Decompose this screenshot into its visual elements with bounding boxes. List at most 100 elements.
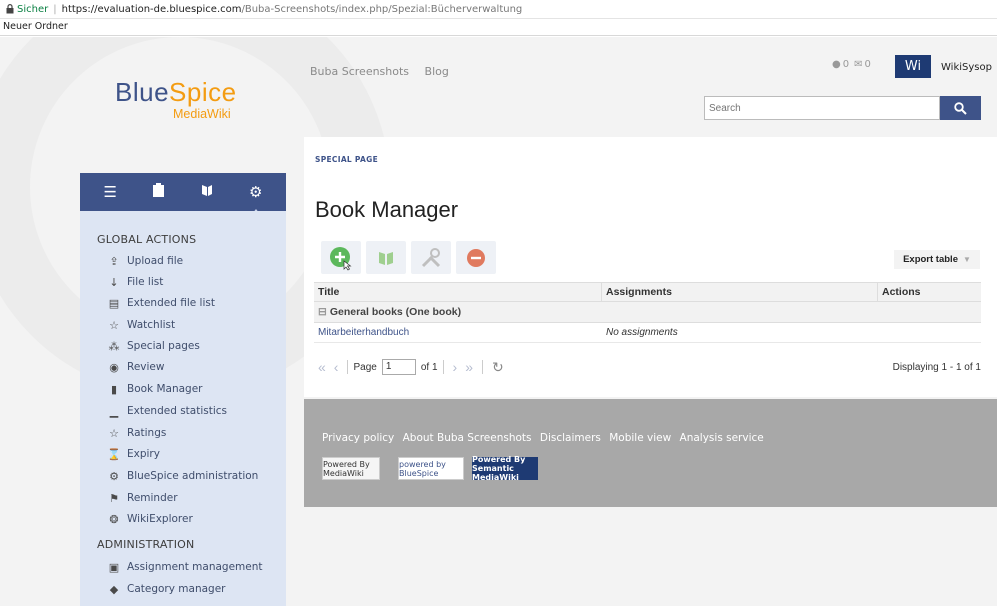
next-page-icon[interactable]: › <box>453 359 458 375</box>
topnav-link-blog[interactable]: Blog <box>425 65 449 78</box>
sidebar: GLOBAL ACTIONS ⇪ Upload file ↓ File list ▤… <box>80 211 286 606</box>
assignment-icon: ▣ <box>108 560 120 574</box>
lock-icon <box>6 4 14 14</box>
prev-page-icon[interactable]: ‹ <box>334 359 339 375</box>
delete-book-button[interactable] <box>456 241 496 274</box>
user-avatar[interactable]: Wi <box>895 55 931 78</box>
sidebar-item-label: Extended file list <box>127 297 215 309</box>
footer-link-privacy[interactable]: Privacy policy <box>322 432 394 444</box>
bookmark-folder[interactable]: Neuer Ordner <box>3 21 68 32</box>
tab-navigation[interactable]: ☰ <box>96 183 124 201</box>
search-input[interactable] <box>704 96 940 120</box>
table-group-row[interactable]: ⊟ General books (One book) <box>314 302 981 323</box>
special-page-label: SPECIAL PAGE <box>315 155 379 164</box>
sidebar-item-special-pages[interactable]: ⁂ Special pages <box>106 336 200 356</box>
sidebar-item-label: Assignment management <box>127 561 263 573</box>
footer-link-mobile-view[interactable]: Mobile view <box>609 432 671 444</box>
user-notifications: ● 0 ✉ 0 <box>832 59 871 70</box>
notifications-icon[interactable]: ● <box>832 59 841 70</box>
sidebar-item-bluespice-administration[interactable]: ⚙ BlueSpice administration <box>106 466 258 486</box>
pager-separator <box>481 360 483 374</box>
books-table: Title Assignments Actions ⊟ General books… <box>314 282 981 343</box>
secure-indicator[interactable]: Sicher <box>6 4 48 15</box>
export-table-button[interactable]: Export table ▼ <box>894 250 980 269</box>
sidebar-item-extended-file-list[interactable]: ▤ Extended file list <box>106 293 215 313</box>
column-header-actions[interactable]: Actions <box>878 283 981 301</box>
sidebar-item-label: Special pages <box>127 340 200 352</box>
edit-book-button[interactable] <box>366 241 406 274</box>
eye-icon: ◉ <box>109 360 119 374</box>
footer-link-disclaimers[interactable]: Disclaimers <box>540 432 601 444</box>
star-icon: ☆ <box>109 318 119 332</box>
footer-links: Privacy policy About Buba Screenshots Di… <box>322 432 769 444</box>
sidebar-item-upload-file[interactable]: ⇪ Upload file <box>106 251 183 271</box>
footer-link-about[interactable]: About Buba Screenshots <box>403 432 532 444</box>
sidebar-item-label: Expiry <box>127 448 160 460</box>
book-title-link[interactable]: Mitarbeiterhandbuch <box>314 323 602 342</box>
sidebar-item-label: Upload file <box>127 255 184 267</box>
minus-icon <box>467 248 485 267</box>
pager-separator <box>347 360 349 374</box>
search-button[interactable] <box>940 96 981 120</box>
url-separator: | <box>53 3 57 15</box>
badge-mediawiki[interactable]: Powered By MediaWiki <box>322 457 380 480</box>
column-header-title[interactable]: Title <box>314 283 602 301</box>
first-page-icon[interactable]: « <box>318 359 326 375</box>
page-label: Page <box>353 361 377 373</box>
refresh-icon[interactable]: ↻ <box>492 359 504 376</box>
badge-bluespice[interactable]: powered by BlueSpice <box>398 457 464 480</box>
table-row[interactable]: Mitarbeiterhandbuch No assignments <box>314 323 981 343</box>
secure-label: Sicher <box>17 3 49 15</box>
clipboard-icon <box>153 183 165 197</box>
sidebar-group-title: GLOBAL ACTIONS <box>97 233 197 246</box>
book-icon <box>379 251 393 265</box>
page-number-input[interactable]: 1 <box>381 359 416 375</box>
flag-icon: ⚑ <box>109 491 119 505</box>
sidebar-group-title: ADMINISTRATION <box>97 538 195 551</box>
sidebar-item-label: File list <box>127 276 164 288</box>
pager-separator <box>442 360 444 374</box>
user-name[interactable]: WikiSysop <box>941 62 992 73</box>
menu-icon: ☰ <box>103 183 117 201</box>
sidebar-item-expiry[interactable]: ⌛ Expiry <box>106 444 160 464</box>
pagination: « ‹ Page 1 of 1 › » ↻ Displaying 1 - 1 o… <box>314 355 981 379</box>
upload-icon: ⇪ <box>109 254 119 268</box>
column-header-assignments[interactable]: Assignments <box>602 283 878 301</box>
chart-icon: ▁ <box>109 404 119 418</box>
sidebar-item-review[interactable]: ◉ Review <box>106 357 164 377</box>
sidebar-item-assignment-management[interactable]: ▣ Assignment management <box>106 557 263 577</box>
bluespice-logo[interactable]: BlueSpice MediaWiki <box>115 77 255 132</box>
last-page-icon[interactable]: » <box>465 359 473 375</box>
add-book-button[interactable] <box>321 241 361 274</box>
book-icon <box>202 185 213 196</box>
topnav-link-buba-screenshots[interactable]: Buba Screenshots <box>310 65 409 78</box>
badge-semantic-mediawiki[interactable]: Powered By Semantic MediaWiki <box>472 455 538 482</box>
page-title: Book Manager <box>315 197 459 222</box>
messages-icon[interactable]: ✉ <box>854 59 862 70</box>
collapse-icon[interactable]: ⊟ <box>318 306 327 318</box>
url-path: /Buba-Screenshots/index.php/Spezial:Büch… <box>241 3 523 15</box>
settings-button[interactable] <box>411 241 451 274</box>
sidebar-item-label: WikiExplorer <box>127 513 193 525</box>
sidebar-item-book-manager[interactable]: ▮ Book Manager <box>106 379 203 399</box>
sidebar-item-watchlist[interactable]: ☆ Watchlist <box>106 315 175 335</box>
tab-admin[interactable]: ⚙ <box>242 183 270 214</box>
footer-link-analysis[interactable]: Analysis service <box>680 432 764 444</box>
table-header: Title Assignments Actions <box>314 282 981 302</box>
sidebar-item-ratings[interactable]: ☆ Ratings <box>106 423 166 443</box>
sidebar-item-label: BlueSpice administration <box>127 470 259 482</box>
tab-books[interactable] <box>193 183 221 201</box>
sidebar-item-category-manager[interactable]: ◆ Category manager <box>106 579 226 599</box>
tab-clipboard[interactable] <box>145 183 173 201</box>
tools-icon <box>421 247 441 267</box>
pager-display-text: Displaying 1 - 1 of 1 <box>892 361 981 373</box>
book-actions <box>878 323 981 342</box>
sidebar-item-label: Watchlist <box>127 319 176 331</box>
compass-icon: ❂ <box>109 512 119 526</box>
sidebar-item-wikiexplorer[interactable]: ❂ WikiExplorer <box>106 509 193 529</box>
sidebar-item-reminder[interactable]: ⚑ Reminder <box>106 488 177 508</box>
page: BlueSpice MediaWiki ☰ ⚙ GLOBAL ACTIONS ⇪… <box>0 37 997 606</box>
sidebar-item-file-list[interactable]: ↓ File list <box>106 272 163 292</box>
browser-address-bar[interactable]: Sicher | https://evaluation-de.bluespice… <box>0 0 997 19</box>
sidebar-item-extended-statistics[interactable]: ▁ Extended statistics <box>106 401 227 421</box>
